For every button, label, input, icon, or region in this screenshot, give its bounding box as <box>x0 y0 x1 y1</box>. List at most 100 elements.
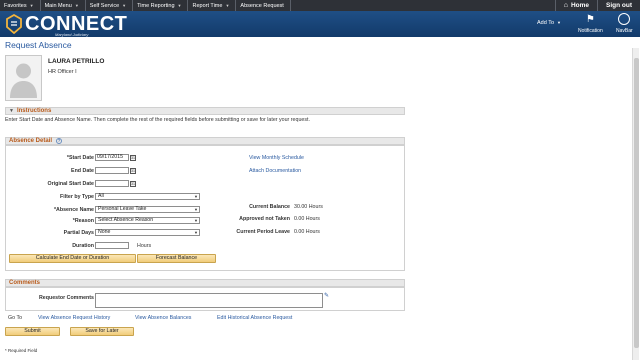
duration-label: Duration <box>72 243 94 249</box>
add-to-label: Add To <box>537 20 555 26</box>
current-balance-label: Current Balance <box>249 204 290 210</box>
logo-subtitle: Maryland Judiciary <box>55 32 89 37</box>
chevron-down-icon: ▼ <box>194 230 198 235</box>
chevron-down-icon: ▼ <box>194 218 198 223</box>
end-date-label: End Date <box>71 168 94 174</box>
start-date-label: *Start Date <box>66 155 94 161</box>
chevron-down-icon: ▼ <box>225 3 230 8</box>
partial-days-value: None <box>98 229 111 235</box>
collapse-triangle-icon: ▼ <box>9 108 14 114</box>
chevron-down-icon: ▼ <box>122 3 127 8</box>
navbar-button[interactable]: NavBar <box>616 13 633 34</box>
nav-time-reporting[interactable]: Time Reporting ▼ <box>133 0 189 11</box>
chevron-down-icon: ▼ <box>177 3 182 8</box>
filter-by-type-label: Filter by Type <box>59 194 94 200</box>
flag-icon: ⚑ <box>585 13 595 25</box>
home-label: Home <box>570 2 589 9</box>
duration-input[interactable] <box>95 242 129 249</box>
home-link[interactable]: ⌂ Home <box>554 0 597 11</box>
goto-label: Go To <box>8 315 23 321</box>
notification-label: Notification <box>578 28 603 34</box>
absence-name-select[interactable]: Personal Leave Take ▼ <box>95 206 200 213</box>
absence-name-value: Personal Leave Take <box>98 206 147 212</box>
comments-header: Comments <box>5 279 405 287</box>
notification-button[interactable]: ⚑ Notification <box>578 13 603 35</box>
original-start-date-input[interactable] <box>95 180 129 187</box>
required-field-note: * Required Field <box>5 348 38 353</box>
person-title: HR Officer I <box>48 69 77 75</box>
nav-main-menu-label: Main Menu <box>44 2 72 9</box>
instructions-header-label: Instructions <box>16 108 52 114</box>
chevron-down-icon: ▼ <box>194 207 198 212</box>
nav-report-time-label: Report Time <box>192 2 223 9</box>
original-start-date-label: Original Start Date <box>47 181 94 187</box>
calculate-end-date-button[interactable]: Calculate End Date or Duration <box>9 254 136 263</box>
avatar <box>5 55 42 101</box>
calendar-icon[interactable]: 31 <box>130 167 136 174</box>
approved-not-taken-label: Approved not Taken <box>239 216 290 222</box>
home-icon: ⌂ <box>563 2 568 9</box>
nav-right-group: ⌂ Home Sign out <box>554 0 640 11</box>
vertical-scrollbar[interactable] <box>632 48 639 360</box>
absence-detail-header: Absence Detail ? <box>5 137 405 145</box>
page-title: Request Absence <box>5 40 72 50</box>
nav-favorites-label: Favorites <box>4 2 27 9</box>
chevron-down-icon: ▼ <box>29 3 34 8</box>
reason-label: *Reason <box>72 218 94 224</box>
nav-favorites[interactable]: Favorites ▼ <box>0 0 41 11</box>
approved-not-taken-value: 0.00 Hours <box>294 216 320 222</box>
chevron-down-icon: ▼ <box>557 20 561 25</box>
reason-value: Select Absence Reason <box>98 217 154 223</box>
submit-button[interactable]: Submit <box>5 327 60 336</box>
comments-header-label: Comments <box>9 280 41 286</box>
compass-icon <box>618 13 631 25</box>
filter-by-type-select[interactable]: All ▼ <box>95 193 200 200</box>
save-for-later-button[interactable]: Save for Later <box>70 327 134 336</box>
banner: CONNECT Maryland Judiciary Add To ▼ ⚑ Not… <box>0 11 640 37</box>
requestor-comments-label: Requestor Comments <box>38 295 94 301</box>
filter-by-type-value: All <box>98 193 104 199</box>
help-icon[interactable]: ? <box>56 138 63 144</box>
chevron-down-icon: ▼ <box>74 3 79 8</box>
forecast-balance-button[interactable]: Forecast Balance <box>137 254 216 263</box>
duration-unit: Hours <box>137 243 152 249</box>
person-name: LAURA PETRILLO <box>48 58 105 65</box>
end-date-input[interactable] <box>95 167 129 174</box>
nav-absence-request[interactable]: Absence Request <box>236 0 291 11</box>
signout-link[interactable]: Sign out <box>597 0 640 11</box>
person-silhouette-icon <box>10 63 37 98</box>
view-absence-request-history-link[interactable]: View Absence Request History <box>38 315 110 321</box>
nav-absence-request-label: Absence Request <box>240 2 284 9</box>
partial-days-label: Partial Days <box>63 230 94 236</box>
nav-self-service[interactable]: Self Service ▼ <box>86 0 134 11</box>
logo-icon <box>6 14 22 34</box>
attach-documentation-link[interactable]: Attach Documentation <box>249 168 301 174</box>
top-nav-bar: Favorites ▼ Main Menu ▼ Self Service ▼ Time… <box>0 0 640 11</box>
partial-days-select[interactable]: None ▼ <box>95 229 200 236</box>
chevron-down-icon: ▼ <box>194 194 198 199</box>
instructions-header[interactable]: ▼ Instructions <box>5 107 405 115</box>
add-to-menu[interactable]: Add To ▼ <box>537 20 561 26</box>
navbar-label: NavBar <box>616 28 633 34</box>
current-period-leave-label: Current Period Leave <box>236 229 290 235</box>
current-period-leave-value: 0.00 Hours <box>294 229 320 235</box>
nav-time-reporting-label: Time Reporting <box>137 2 175 9</box>
requestor-comments-textarea[interactable] <box>95 293 323 308</box>
instructions-text: Enter Start Date and Absence Name. Then … <box>5 117 310 123</box>
nav-self-service-label: Self Service <box>89 2 120 9</box>
reason-select[interactable]: Select Absence Reason ▼ <box>95 217 200 224</box>
absence-name-label: *Absence Name <box>53 207 94 213</box>
calendar-icon[interactable]: 31 <box>130 154 136 161</box>
spell-check-icon[interactable]: ✎ <box>324 292 329 299</box>
view-absence-balances-link[interactable]: View Absence Balances <box>135 315 191 321</box>
view-monthly-schedule-link[interactable]: View Monthly Schedule <box>249 155 304 161</box>
nav-main-menu[interactable]: Main Menu ▼ <box>41 0 86 11</box>
current-balance-value: 30.00 Hours <box>294 204 323 210</box>
scrollbar-thumb[interactable] <box>634 58 639 348</box>
nav-report-time[interactable]: Report Time ▼ <box>188 0 237 11</box>
edit-historical-absence-request-link[interactable]: Edit Historical Absence Request <box>217 315 292 321</box>
calendar-icon[interactable]: 31 <box>130 180 136 187</box>
absence-detail-header-label: Absence Detail <box>9 138 53 144</box>
signout-label: Sign out <box>606 2 632 9</box>
start-date-input[interactable]: 09/17/2015 <box>95 154 129 161</box>
